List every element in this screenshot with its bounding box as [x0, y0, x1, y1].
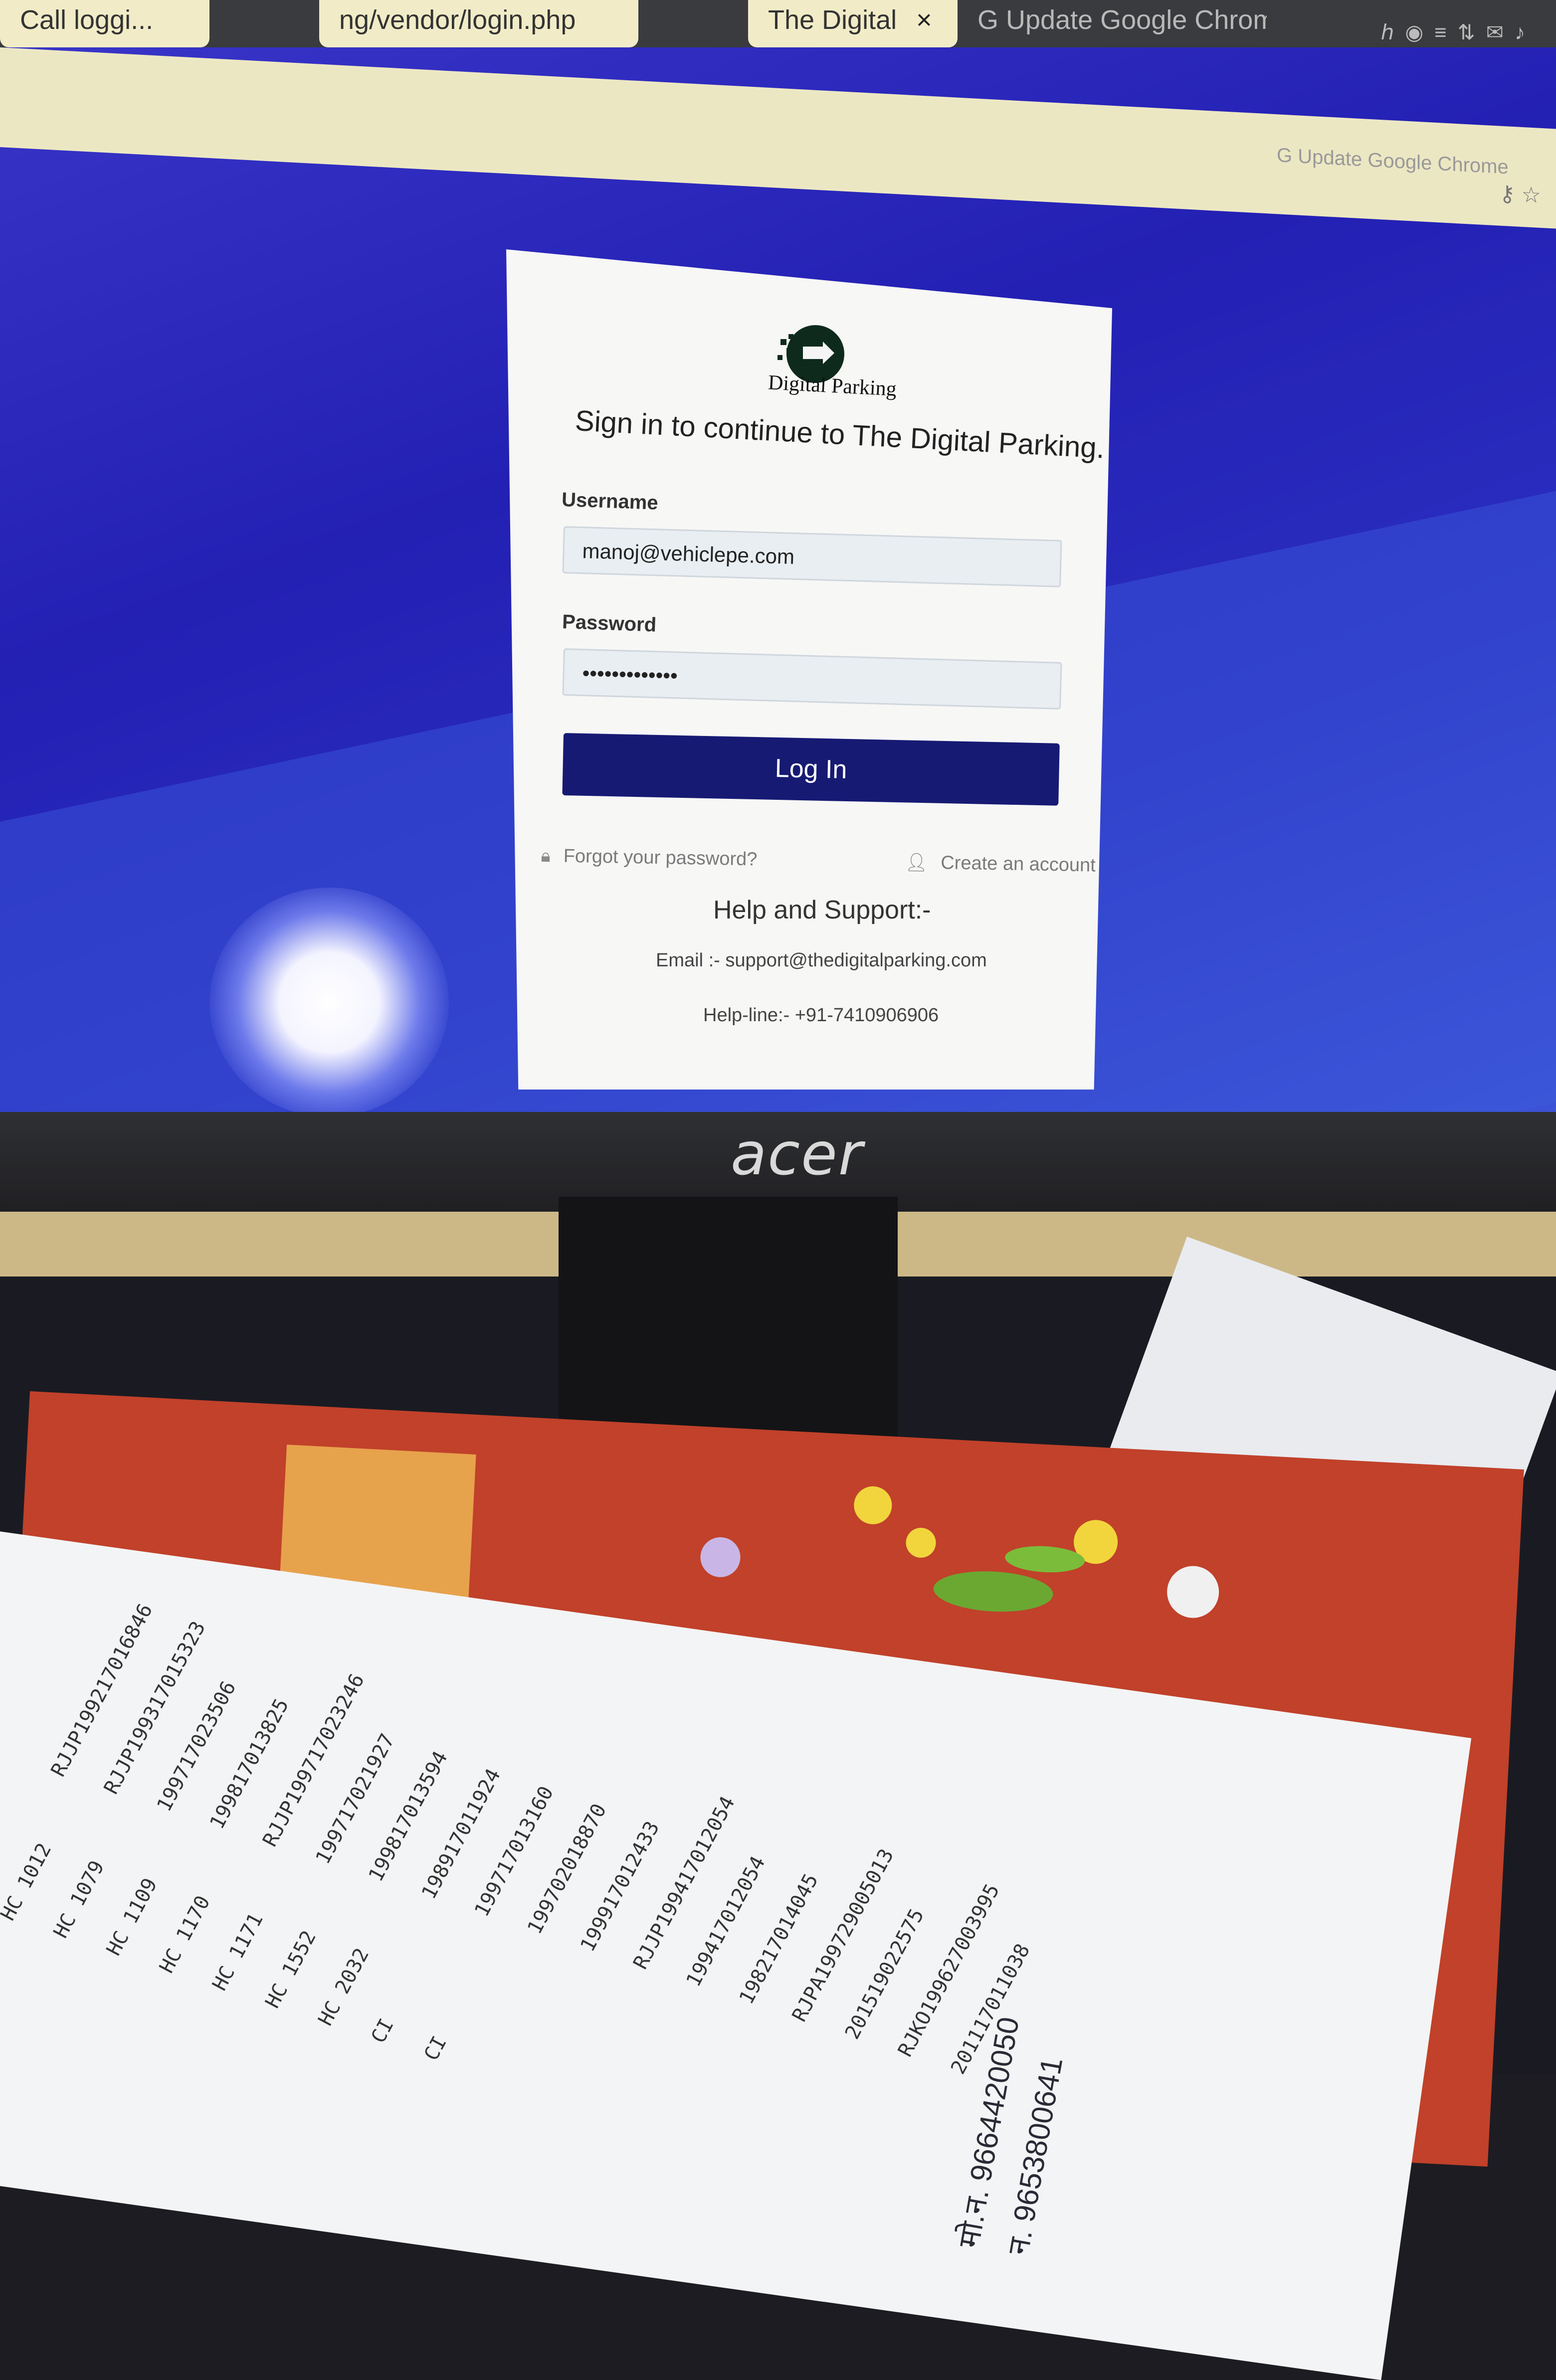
toolbar-icons: ⚷ ☆	[1499, 181, 1541, 208]
password-field[interactable]: •••••••••••••	[562, 648, 1062, 710]
system-tray: ℎ◉≡⇅✉♪	[1381, 20, 1536, 44]
close-icon[interactable]: ×	[916, 5, 932, 35]
forgot-password-link[interactable]: 🔒︎ Forgot your password?	[541, 845, 757, 871]
star-icon[interactable]: ☆	[1522, 183, 1541, 208]
logo-text: Digital Parking	[767, 371, 897, 401]
help-support-heading: Help and Support:-	[713, 896, 931, 924]
row-code: CI	[419, 2032, 451, 2065]
row-code: HC 1552	[261, 1927, 321, 2012]
row-code: HC 2032	[314, 1944, 374, 2029]
password-label: Password	[562, 611, 657, 636]
menu-icon: ≡	[1434, 20, 1458, 44]
browser-toolbar: G Update Google Chrome ⚷ ☆	[0, 47, 1556, 229]
volume-icon: ♪	[1515, 20, 1536, 44]
login-button[interactable]: Log In	[562, 733, 1060, 806]
tab-update-chrome-2[interactable]: G Update Google Chrome	[1277, 144, 1509, 179]
hp-icon: ℎ	[1380, 20, 1405, 44]
row-code: HC 1171	[208, 1909, 268, 1995]
google-icon: G	[977, 5, 1006, 35]
acer-logo: acer	[731, 1119, 864, 1188]
tab-update-chrome[interactable]: G Update Google Chrome	[958, 0, 1267, 47]
monitor-stand	[559, 1197, 898, 1456]
network-icon: ⇅	[1457, 20, 1486, 44]
row-code: CI	[367, 2014, 398, 2047]
create-account-label: Create an account	[940, 852, 1096, 876]
key-icon[interactable]: ⚷	[1499, 182, 1515, 207]
user-icon: 👤︎	[905, 852, 928, 873]
help-email: Email :- support@thedigitalparking.com	[656, 950, 987, 971]
tab-label: The Digital	[768, 5, 897, 35]
monitor: Call loggi... ng/vendor/login.php The Di…	[0, 0, 1556, 1217]
username-field[interactable]: manoj@vehiclepe.com	[562, 526, 1062, 587]
tab-call-logging[interactable]: Call loggi...	[0, 0, 209, 47]
username-value: manoj@vehiclepe.com	[582, 539, 795, 568]
row-code: HC 1109	[102, 1874, 162, 1960]
page-title: Sign in to continue to The Digital Parki…	[574, 404, 1106, 465]
lock-icon: 🔒︎	[541, 845, 551, 866]
tab-label: ng/vendor/login.php	[339, 5, 576, 35]
tab-label: Update Google Chrome	[1006, 5, 1267, 35]
create-account-link[interactable]: 👤︎ Create an account	[905, 852, 1096, 877]
tab-label: Update Google Chrome	[1298, 145, 1509, 179]
screen-glare	[209, 888, 449, 1112]
forgot-password-label: Forgot your password?	[563, 845, 758, 870]
screen: Call loggi... ng/vendor/login.php The Di…	[0, 0, 1556, 1112]
mail-icon: ✉	[1486, 20, 1515, 44]
tab-label: Call loggi...	[20, 5, 154, 35]
login-card: Digital Parking Sign in to continue to T…	[506, 249, 1112, 1090]
row-code: HC 1079	[49, 1856, 109, 1942]
row-code: HC 1170	[155, 1892, 215, 1977]
password-value: •••••••••••••	[582, 661, 678, 688]
tab-the-digital[interactable]: The Digital ×	[748, 0, 958, 47]
chrome-icon: ◉	[1405, 20, 1435, 44]
browser-tab-bar: Call loggi... ng/vendor/login.php The Di…	[0, 0, 1556, 47]
google-icon: G	[1277, 144, 1298, 168]
help-phone: Help-line:- +91-7410906906	[703, 1005, 939, 1026]
username-label: Username	[561, 489, 659, 514]
tab-vendor-login[interactable]: ng/vendor/login.php	[319, 0, 638, 47]
row-code: HC 1012	[0, 1839, 56, 1925]
